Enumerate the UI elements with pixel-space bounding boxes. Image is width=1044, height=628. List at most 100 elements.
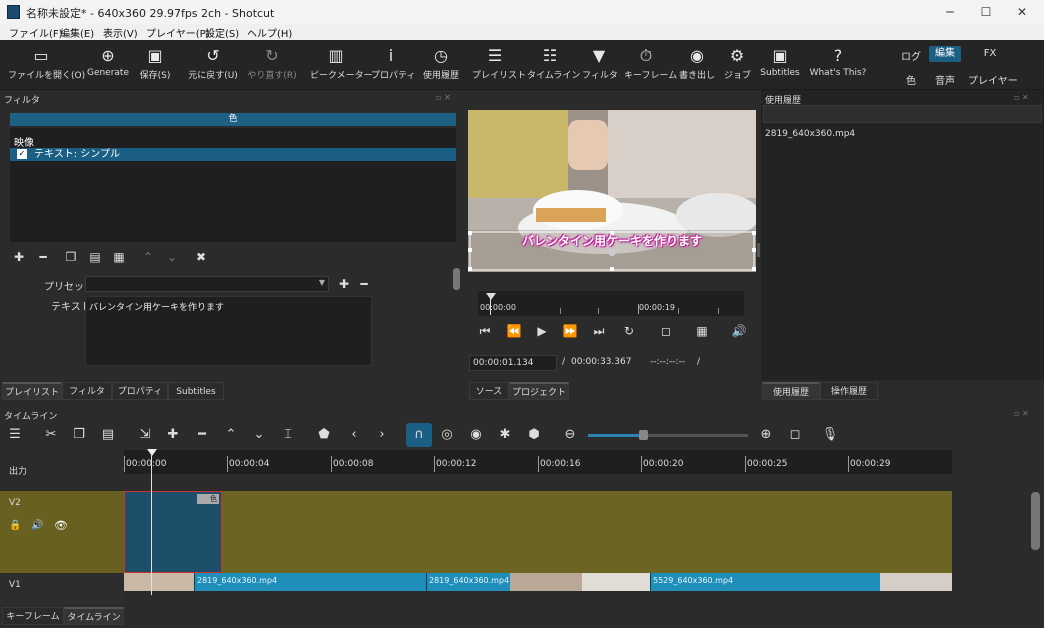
ripple-icon[interactable]: ◉ [467,427,485,443]
overwrite-icon[interactable]: ⌄ [250,427,268,443]
remove-preset-icon[interactable]: ━ [356,276,372,292]
properties-button[interactable]: ⅰ プロパティ [371,44,415,81]
layout-player-tab[interactable]: プレイヤー [968,72,1018,87]
filter-enabled-checkbox[interactable]: ✓ [17,149,27,159]
skip-to-start-icon[interactable]: ⏮ [476,324,494,339]
save-button[interactable]: ▣ 保存(S) [136,44,174,81]
add-icon[interactable]: ✚ [164,427,182,443]
add-filter-icon[interactable]: ✚ [11,249,27,265]
recent-search-input[interactable] [763,105,1042,123]
filter-list[interactable] [10,128,456,242]
panel-float-close-icons[interactable]: ▫ ✕ [1014,409,1029,418]
ripple-all-icon[interactable]: ✱ [496,427,514,443]
timeline-button[interactable]: ☷ タイムライン [527,44,580,81]
tab-filters[interactable]: フィルタ [62,382,112,400]
previous-marker-icon[interactable]: ‹ [345,427,363,443]
layout-audio-tab[interactable]: 音声 [933,72,957,87]
split-icon[interactable]: ⌶ [279,427,297,443]
snap-magnet-icon[interactable]: ∩ [406,423,432,447]
open-file-button[interactable]: ▭ ファイルを開く(O) [8,44,85,81]
export-button[interactable]: ◉ 書き出し [678,44,716,81]
move-up-icon[interactable]: ⌃ [140,249,156,265]
v2-track[interactable] [124,491,952,573]
next-marker-icon[interactable]: › [373,427,391,443]
v1-clip-1[interactable]: 2819_640x360.mp4 [194,573,426,591]
zoom-slider-handle[interactable] [639,430,648,440]
loop-icon[interactable]: ↻ [620,324,638,338]
grid-icon[interactable]: ▦ [693,324,711,338]
jobs-button[interactable]: ⚙ ジョブ [724,44,751,81]
volume-icon[interactable]: 🔊 [730,324,748,338]
paste-filter-icon[interactable]: ▤ [87,249,103,265]
paste-icon[interactable]: ▤ [99,427,117,443]
zoom-out-icon[interactable]: ⊖ [561,427,579,443]
filters-button[interactable]: ▼ フィルタ [582,44,618,81]
playhead-marker[interactable] [486,293,496,300]
subtitles-button[interactable]: ▣ Subtitles [759,44,801,78]
player-scrubber[interactable] [478,291,744,316]
menu-view[interactable]: 表示(V) [103,25,138,40]
remove-filter-icon[interactable]: ━ [35,249,51,265]
tab-history[interactable]: 操作履歴 [820,382,878,400]
v1-clip-2[interactable]: 2819_640x360.mp4 [426,573,510,591]
layout-fx-tab[interactable]: FX [978,48,1002,62]
playlist-button[interactable]: ☰ プレイリスト [472,44,526,81]
redo-button[interactable]: ↻ やり直す(R) [247,44,297,81]
tab-source[interactable]: ソース [469,382,509,400]
move-down-icon[interactable]: ⌄ [164,249,180,265]
play-icon[interactable]: ▶ [533,324,551,338]
peak-meter-button[interactable]: ▥ ピークメーター [310,44,373,81]
speaker-icon[interactable]: 🔊 [31,520,43,531]
layout-log-tab[interactable]: ログ [898,48,924,63]
timeline-menu-icon[interactable]: ☰ [6,427,24,443]
zoom-fit-icon[interactable]: ◻ [657,324,675,338]
video-viewer[interactable]: バレンタイン用ケーキを作ります [468,110,756,272]
generate-button[interactable]: ⊕ Generate [84,44,132,78]
fast-forward-icon[interactable]: ⏩ [561,324,579,338]
text-field[interactable]: バレンタイン用ケーキを作ります [85,296,372,366]
layout-edit-tab[interactable]: 編集 [929,46,961,62]
tab-subtitles[interactable]: Subtitles [168,382,224,400]
viewer-splitter[interactable] [757,243,760,257]
close-button[interactable]: ✕ [1004,0,1040,24]
undo-button[interactable]: ↺ 元に戻す(U) [186,44,240,81]
tab-timeline[interactable]: タイムライン [64,607,124,625]
panel-float-close-icons[interactable]: ▫ ✕ [436,93,451,102]
scrub-icon[interactable]: ◎ [438,427,456,443]
keyframes-button[interactable]: ⏱ キーフレーム [624,44,677,81]
menu-player[interactable]: プレイヤー(P) [146,25,210,40]
minimize-button[interactable]: ─ [932,0,968,24]
zoom-in-icon[interactable]: ⊕ [757,427,775,443]
tab-playlist[interactable]: プレイリスト [2,382,62,400]
tab-properties[interactable]: プロパティ [112,382,168,400]
v1-clip-3[interactable]: 5529_640x360.mp4 [650,573,880,591]
skip-to-end-icon[interactable]: ⏭ [590,324,608,339]
marker-icon[interactable]: ⬟ [315,427,333,443]
deselect-filter-icon[interactable]: ✖ [193,249,209,265]
recent-button[interactable]: ◷ 使用履歴 [420,44,462,81]
zoom-fit-timeline-icon[interactable]: ◻ [786,427,804,443]
copy-filter-icon[interactable]: ❐ [63,249,79,265]
maximize-button[interactable]: ☐ [968,0,1004,24]
rewind-icon[interactable]: ⏪ [505,324,523,338]
ripple-markers-icon[interactable]: ⬢ [525,427,543,443]
cut-icon[interactable]: ✂ [42,427,60,443]
tab-recent[interactable]: 使用履歴 [762,382,820,400]
tab-project[interactable]: プロジェクト [509,382,569,400]
lock-icon[interactable]: 🔒 [9,520,21,531]
preset-select[interactable]: ▼ [85,276,329,292]
panel-float-close-icons[interactable]: ▫ ✕ [1014,93,1029,102]
add-preset-icon[interactable]: ✚ [336,276,352,292]
filter-item-text-simple[interactable]: ✓ テキスト: シンプル [10,148,456,161]
lift-icon[interactable]: ⌃ [222,427,240,443]
menu-settings[interactable]: 設定(S) [205,25,239,40]
v2-color-clip[interactable]: 色 [124,491,222,573]
layout-color-tab[interactable]: 色 [902,72,920,87]
recent-list-item[interactable]: 2819_640x360.mp4 [765,129,855,139]
menu-file[interactable]: ファイル(F) [9,25,63,40]
save-filter-set-icon[interactable]: ▦ [111,249,127,265]
remove-icon[interactable]: ━ [193,427,211,443]
menu-edit[interactable]: 編集(E) [60,25,94,40]
append-icon[interactable]: ⇲ [136,427,154,443]
filters-scrollbar[interactable] [453,268,460,290]
